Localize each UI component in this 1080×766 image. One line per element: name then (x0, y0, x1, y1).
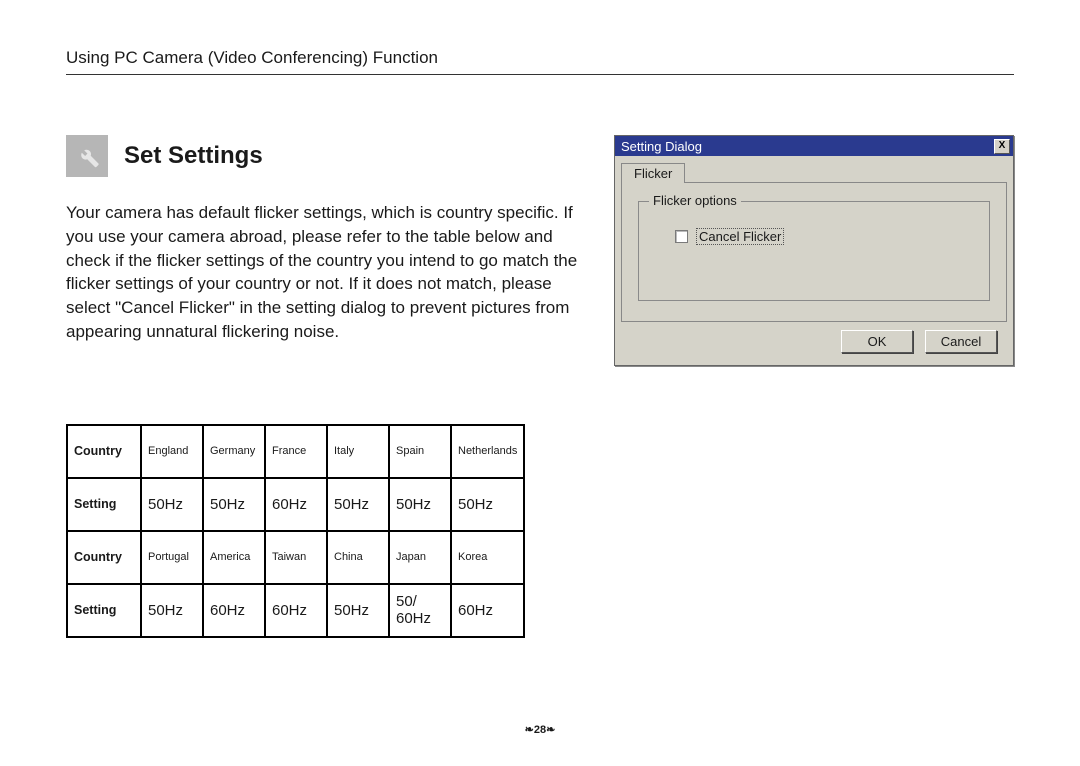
page-number: ❧28❧ (0, 723, 1080, 736)
country-cell: Netherlands (451, 425, 524, 478)
page-header: Using PC Camera (Video Conferencing) Fun… (66, 48, 1014, 75)
setting-cell: 50Hz (327, 584, 389, 637)
cancel-flicker-label: Cancel Flicker (696, 228, 784, 245)
setting-cell: 60Hz (203, 584, 265, 637)
country-cell: China (327, 531, 389, 584)
row-label-setting: Setting (67, 584, 141, 637)
country-cell: Italy (327, 425, 389, 478)
country-cell: America (203, 531, 265, 584)
row-label-country: Country (67, 425, 141, 478)
dialog-body: Flicker Flicker options Cancel Flicker O… (615, 156, 1013, 365)
row-label-setting: Setting (67, 478, 141, 531)
tab-pane: Flicker options Cancel Flicker (621, 182, 1007, 322)
content-columns: Set Settings Your camera has default fli… (66, 135, 1014, 638)
country-cell: Taiwan (265, 531, 327, 584)
country-cell: Korea (451, 531, 524, 584)
cancel-flicker-row[interactable]: Cancel Flicker (675, 228, 977, 245)
country-cell: Spain (389, 425, 451, 478)
setting-cell: 60Hz (265, 584, 327, 637)
setting-cell: 60Hz (265, 478, 327, 531)
setting-cell: 50Hz (451, 478, 524, 531)
country-cell: Germany (203, 425, 265, 478)
country-cell: England (141, 425, 203, 478)
country-cell: Japan (389, 531, 451, 584)
groupbox-legend: Flicker options (649, 193, 741, 208)
setting-cell: 60Hz (451, 584, 524, 637)
flicker-table: Country England Germany France Italy Spa… (66, 424, 525, 638)
section-body: Your camera has default flicker settings… (66, 201, 586, 344)
setting-dialog: Setting Dialog X Flicker Flicker options… (614, 135, 1014, 366)
close-icon: X (999, 141, 1006, 151)
wrench-icon (66, 135, 108, 177)
setting-cell: 50/ 60Hz (389, 584, 451, 637)
cancel-button[interactable]: Cancel (925, 330, 997, 353)
setting-cell: 50Hz (327, 478, 389, 531)
close-button[interactable]: X (994, 139, 1010, 154)
setting-cell: 50Hz (389, 478, 451, 531)
table-row: Country Portugal America Taiwan China Ja… (67, 531, 524, 584)
text-column: Set Settings Your camera has default fli… (66, 135, 590, 638)
tab-flicker[interactable]: Flicker (621, 163, 685, 183)
dialog-button-row: OK Cancel (621, 322, 1007, 355)
country-cell: France (265, 425, 327, 478)
row-label-country: Country (67, 531, 141, 584)
ok-button[interactable]: OK (841, 330, 913, 353)
cancel-flicker-checkbox[interactable] (675, 230, 688, 243)
country-cell: Portugal (141, 531, 203, 584)
tabstrip: Flicker (621, 162, 1007, 182)
dialog-titlebar[interactable]: Setting Dialog X (615, 136, 1013, 156)
setting-cell: 50Hz (141, 584, 203, 637)
section-title: Set Settings (124, 142, 263, 170)
flicker-options-group: Flicker options Cancel Flicker (638, 201, 990, 301)
manual-page: Using PC Camera (Video Conferencing) Fun… (0, 0, 1080, 766)
setting-cell: 50Hz (141, 478, 203, 531)
dialog-title: Setting Dialog (621, 139, 702, 154)
table-row: Setting 50Hz 50Hz 60Hz 50Hz 50Hz 50Hz (67, 478, 524, 531)
table-row: Setting 50Hz 60Hz 60Hz 50Hz 50/ 60Hz 60H… (67, 584, 524, 637)
section-heading-row: Set Settings (66, 135, 590, 177)
setting-cell: 50Hz (203, 478, 265, 531)
table-row: Country England Germany France Italy Spa… (67, 425, 524, 478)
